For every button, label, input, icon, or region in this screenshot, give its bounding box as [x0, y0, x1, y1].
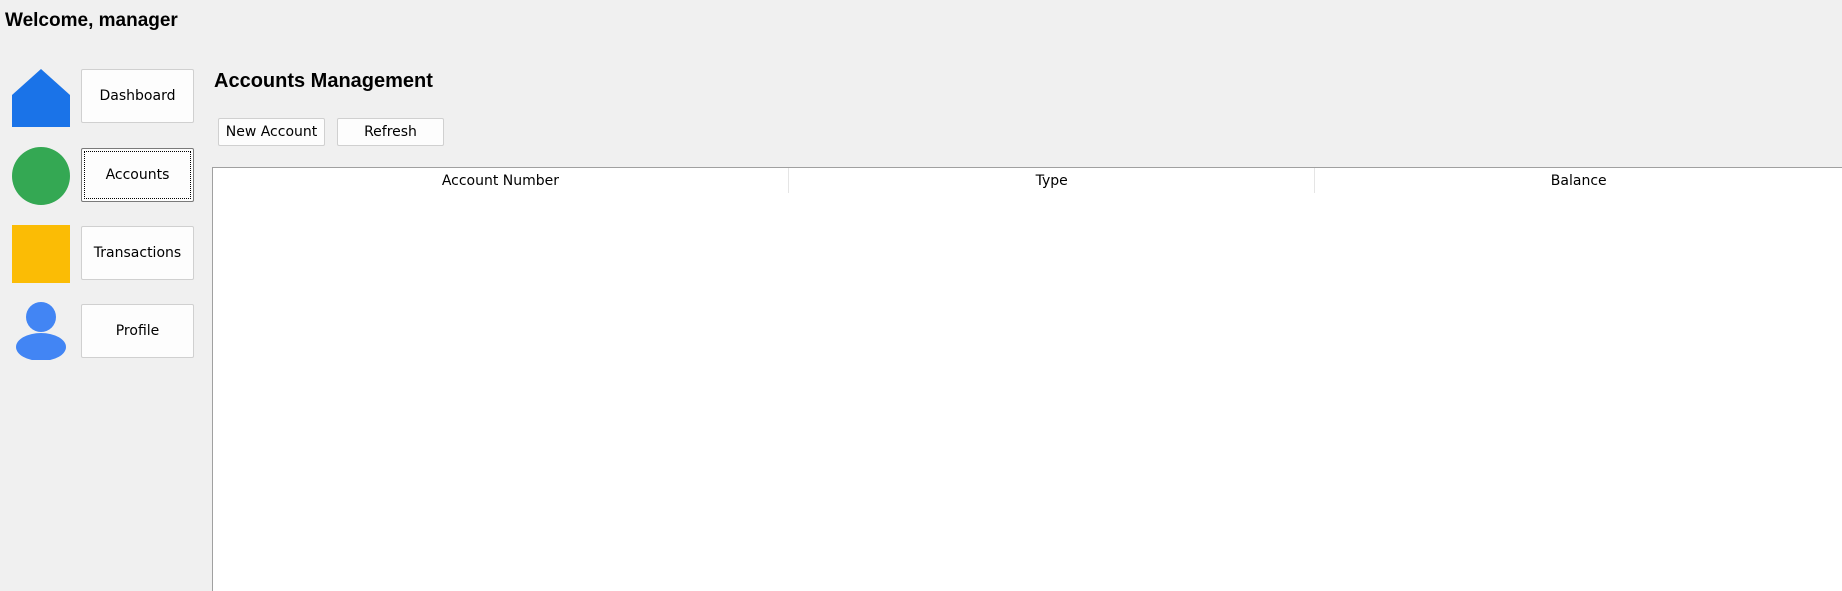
sidebar-item-transactions[interactable]: Transactions	[81, 226, 194, 280]
sidebar-item-label: Dashboard	[99, 88, 176, 104]
sidebar-item-profile[interactable]: Profile	[81, 304, 194, 358]
sidebar-item-accounts[interactable]: Accounts	[81, 148, 194, 202]
square-icon	[12, 225, 70, 283]
accounts-table[interactable]: Account Number Type Balance	[212, 167, 1842, 591]
sidebar-item-label: Transactions	[93, 245, 182, 261]
circle-icon	[12, 147, 70, 205]
sidebar-item-label: Accounts	[105, 167, 170, 183]
welcome-heading: Welcome, manager	[5, 10, 178, 31]
new-account-label: New Account	[225, 124, 318, 140]
table-header: Account Number Type Balance	[213, 168, 1842, 193]
refresh-label: Refresh	[364, 124, 417, 140]
person-icon	[12, 302, 70, 360]
column-header-type[interactable]: Type	[789, 168, 1316, 193]
column-header-balance[interactable]: Balance	[1315, 168, 1842, 193]
new-account-button[interactable]: New Account	[218, 118, 325, 146]
home-icon	[12, 69, 70, 127]
sidebar-item-label: Profile	[115, 323, 160, 339]
column-header-account-number[interactable]: Account Number	[213, 168, 789, 193]
sidebar-item-dashboard[interactable]: Dashboard	[81, 69, 194, 123]
refresh-button[interactable]: Refresh	[337, 118, 444, 146]
page-title: Accounts Management	[214, 70, 433, 92]
